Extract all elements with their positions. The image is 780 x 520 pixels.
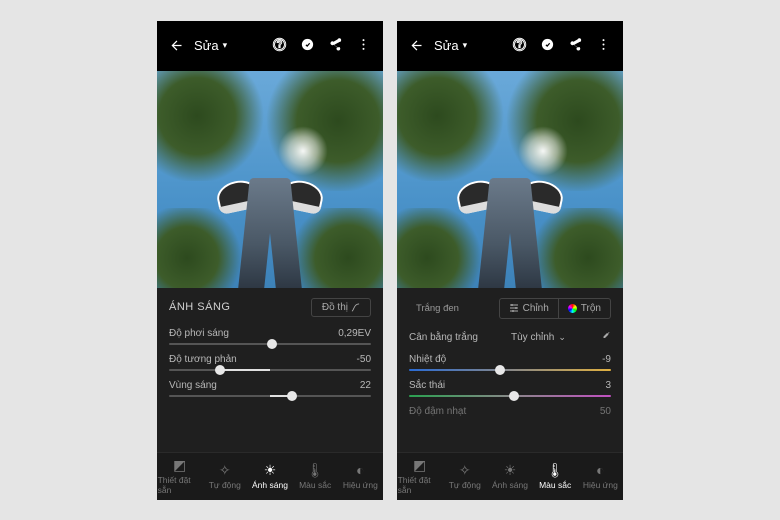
adjust-tab[interactable]: Chỉnh (499, 298, 559, 319)
presets-icon: ◩ (172, 457, 188, 473)
curve-button[interactable]: Đồ thị (311, 298, 371, 317)
color-icon: 🌡 (307, 462, 323, 478)
screen-title[interactable]: Sửa ▾ (434, 38, 467, 53)
tool-effects[interactable]: ◐ Hiệu ứng (338, 462, 382, 490)
curve-icon (351, 303, 360, 312)
photo-preview[interactable] (397, 71, 623, 288)
tool-label: Ánh sáng (252, 480, 288, 490)
panel-title: ÁNH SÁNG (169, 301, 230, 313)
slider-temperature[interactable]: Nhiệt độ -9 (409, 354, 611, 371)
back-icon[interactable] (169, 38, 184, 53)
help-icon[interactable] (512, 37, 527, 55)
tool-light[interactable]: ☀ Ánh sáng (488, 462, 532, 490)
tool-auto[interactable]: ✧ Tự động (443, 462, 487, 490)
slider-value: 50 (600, 406, 611, 417)
eyedropper-icon[interactable] (599, 330, 611, 345)
slider-label: Độ tương phản (169, 354, 237, 365)
bottom-toolbar: ◩ Thiết đặt sẵn ✧ Tự động ☀ Ánh sáng 🌡 Màu s… (157, 452, 383, 500)
slider-value: 22 (360, 380, 371, 391)
chevron-down-icon: ⌄ (558, 332, 566, 343)
slider-highlights[interactable]: Vùng sáng 22 (169, 380, 371, 397)
tool-light[interactable]: ☀ Ánh sáng (248, 462, 292, 490)
slider-contrast[interactable]: Độ tương phản -50 (169, 354, 371, 371)
photo-preview[interactable] (157, 71, 383, 288)
tool-label: Tự động (209, 480, 241, 490)
curve-button-label: Đồ thị (322, 302, 348, 313)
light-panel: ÁNH SÁNG Đồ thị Độ phơi sáng 0,29EV Độ t… (157, 288, 383, 452)
bw-toggle[interactable]: Trắng đen (409, 301, 466, 316)
slider-label: Độ phơi sáng (169, 328, 229, 339)
tool-label: Thiết đặt sẵn (398, 475, 442, 495)
slider-exposure[interactable]: Độ phơi sáng 0,29EV (169, 328, 371, 345)
slider-label: Vùng sáng (169, 380, 217, 391)
phone-right: Sửa ▾ Trắng đen Chỉnh (397, 21, 623, 500)
slider-vibrance[interactable]: Độ đậm nhạt 50 (409, 406, 611, 417)
slider-value: 3 (605, 380, 611, 391)
more-icon[interactable] (596, 37, 611, 55)
tool-label: Hiệu ứng (343, 480, 378, 490)
tool-label: Màu sắc (299, 480, 331, 490)
light-icon: ☀ (262, 462, 278, 478)
share-icon[interactable] (328, 37, 343, 55)
bottom-toolbar: ◩ Thiết đặt sẵn ✧ Tự động ☀ Ánh sáng 🌡 Màu s… (397, 452, 623, 500)
tool-label: Thiết đặt sẵn (158, 475, 202, 495)
tool-effects[interactable]: ◐ Hiệu ứng (578, 462, 622, 490)
light-icon: ☀ (502, 462, 518, 478)
color-ring-icon (568, 304, 577, 313)
screen-title-text: Sửa (194, 38, 219, 53)
tool-presets[interactable]: ◩ Thiết đặt sẵn (158, 457, 202, 495)
mix-label: Trộn (581, 303, 601, 314)
slider-label: Sắc thái (409, 380, 445, 391)
tool-auto[interactable]: ✧ Tự động (203, 462, 247, 490)
slider-label: Độ đậm nhạt (409, 406, 466, 417)
phone-left: Sửa ▾ ÁNH SÁNG Đồ thị Độ phơi sá (157, 21, 383, 500)
slider-value: -50 (357, 354, 371, 365)
effects-icon: ◐ (352, 462, 368, 478)
wb-mode-select[interactable]: Tùy chỉnh ⌄ (511, 332, 566, 343)
screen-title-text: Sửa (434, 38, 459, 53)
presets-icon: ◩ (412, 457, 428, 473)
more-icon[interactable] (356, 37, 371, 55)
wb-mode-value: Tùy chỉnh (511, 332, 554, 343)
help-icon[interactable] (272, 37, 287, 55)
adjust-label: Chỉnh (523, 303, 549, 314)
effects-icon: ◐ (592, 462, 608, 478)
slider-tint[interactable]: Sắc thái 3 (409, 380, 611, 397)
accept-icon[interactable] (300, 37, 315, 55)
screen-title[interactable]: Sửa ▾ (194, 38, 227, 53)
back-icon[interactable] (409, 38, 424, 53)
wb-label: Cân bằng trắng (409, 332, 478, 343)
top-bar: Sửa ▾ (157, 21, 383, 71)
share-icon[interactable] (568, 37, 583, 55)
sliders-icon (509, 303, 519, 313)
tool-color[interactable]: 🌡 Màu sắc (293, 462, 337, 490)
tool-label: Tự động (449, 480, 481, 490)
top-bar: Sửa ▾ (397, 21, 623, 71)
accept-icon[interactable] (540, 37, 555, 55)
caret-down-icon: ▾ (223, 40, 228, 51)
color-panel: Trắng đen Chỉnh Trộn Cân bằng trắng Tùy … (397, 288, 623, 452)
tool-presets[interactable]: ◩ Thiết đặt sẵn (398, 457, 442, 495)
tool-label: Hiệu ứng (583, 480, 618, 490)
mix-tab[interactable]: Trộn (559, 298, 611, 319)
slider-value: 0,29EV (338, 328, 371, 339)
auto-icon: ✧ (457, 462, 473, 478)
caret-down-icon: ▾ (463, 40, 468, 51)
tool-label: Màu sắc (539, 480, 571, 490)
white-balance-row: Cân bằng trắng Tùy chỉnh ⌄ (409, 330, 611, 345)
tool-color[interactable]: 🌡 Màu sắc (533, 462, 577, 490)
adjust-mix-segmented: Chỉnh Trộn (499, 298, 611, 319)
slider-label: Nhiệt độ (409, 354, 446, 365)
color-icon: 🌡 (547, 462, 563, 478)
auto-icon: ✧ (217, 462, 233, 478)
tool-label: Ánh sáng (492, 480, 528, 490)
slider-value: -9 (602, 354, 611, 365)
